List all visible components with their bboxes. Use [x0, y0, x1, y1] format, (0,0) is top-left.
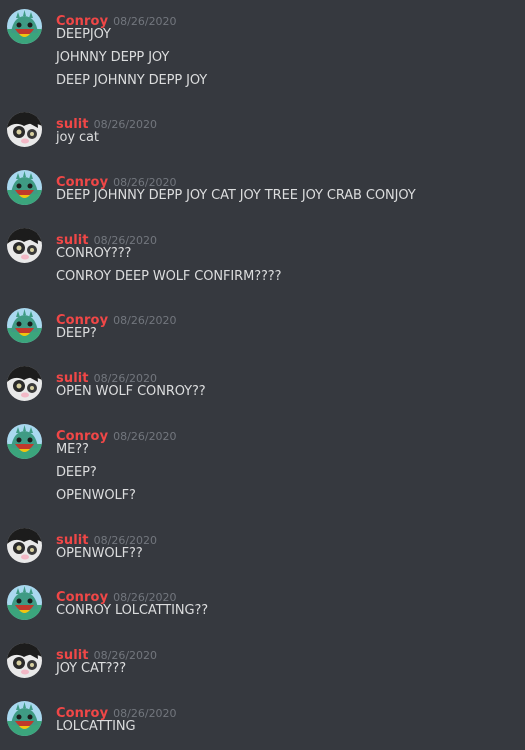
conroy-avatar-icon[interactable]: [7, 170, 42, 205]
message-text: DEEP JOHNNY DEPP JOY: [56, 73, 208, 88]
timestamp: 08/26/2020: [113, 430, 177, 443]
message-text: OPEN WOLF CONROY??: [56, 384, 206, 399]
message-header: sulit 08/26/2020: [56, 113, 158, 132]
message-group: sulit 08/26/2020 OPENWOLF??: [0, 528, 525, 569]
message-header: Conroy 08/26/2020: [56, 425, 177, 444]
message-header: sulit 08/26/2020: [56, 529, 157, 548]
message-header: sulit 08/26/2020: [56, 644, 157, 663]
message-group: sulit 08/26/2020 OPEN WOLF CONROY??: [0, 366, 525, 407]
message-group: Conroy 08/26/2020 DEEPJOY JOHNNY DEPP JOY DE…: [0, 9, 525, 96]
message-group: Conroy 08/26/2020 DEEP JOHNNY DEPP JOY CAT…: [0, 170, 525, 211]
message-text: JOHNNY DEPP JOY: [56, 50, 170, 65]
sulit-cat-avatar-icon[interactable]: [7, 228, 42, 263]
message-list: Conroy 08/26/2020 DEEPJOY JOHNNY DEPP JOY DE…: [0, 0, 525, 750]
timestamp: 08/26/2020: [113, 15, 177, 28]
sulit-cat-avatar-icon[interactable]: [7, 643, 42, 678]
message-text: DEEP?: [56, 326, 97, 341]
message-text: DEEP?: [56, 465, 97, 480]
message-header: Conroy 08/26/2020: [56, 171, 177, 190]
message-header: Conroy 08/26/2020: [56, 10, 177, 29]
message-text: DEEP JOHNNY DEPP JOY CAT JOY TREE JOY CR…: [56, 188, 416, 203]
message-group: Conroy 08/26/2020 LOLCATTING: [0, 701, 525, 742]
conroy-avatar-icon[interactable]: [7, 424, 42, 459]
timestamp: 08/26/2020: [93, 118, 158, 131]
message-header: Conroy 08/26/2020: [56, 586, 177, 605]
sulit-cat-avatar-icon[interactable]: [7, 366, 42, 401]
message-text: CONROY DEEP WOLF CONFIRM????: [56, 269, 282, 284]
message-group: Conroy 08/26/2020 ME?? DEEP? OPENWOLF?: [0, 424, 525, 511]
message-text: LOLCATTING: [56, 719, 136, 734]
message-text: OPENWOLF??: [56, 546, 143, 561]
message-group: Conroy 08/26/2020 DEEP?: [0, 308, 525, 349]
timestamp: 08/26/2020: [113, 314, 177, 327]
conroy-avatar-icon[interactable]: [7, 701, 42, 736]
conroy-avatar-icon[interactable]: [7, 585, 42, 620]
message-header: Conroy 08/26/2020: [56, 702, 177, 721]
message-group: sulit 08/26/2020 CONROY??? CONROY DEEP WOLF…: [0, 228, 525, 292]
message-text: CONROY???: [56, 246, 132, 261]
sulit-cat-avatar-icon[interactable]: [7, 112, 42, 147]
message-text: joy cat: [56, 130, 99, 145]
sulit-cat-avatar-icon[interactable]: [7, 528, 42, 563]
message-text: JOY CAT???: [56, 661, 127, 676]
message-header: sulit 08/26/2020: [56, 229, 157, 248]
message-group: sulit 08/26/2020 joy cat: [0, 112, 525, 153]
message-header: Conroy 08/26/2020: [56, 309, 177, 328]
conroy-avatar-icon[interactable]: [7, 9, 42, 44]
message-header: sulit 08/26/2020: [56, 367, 157, 386]
message-text: ME??: [56, 442, 89, 457]
message-text: OPENWOLF?: [56, 488, 136, 503]
conroy-avatar-icon[interactable]: [7, 308, 42, 343]
message-text: DEEPJOY: [56, 27, 111, 42]
message-group: sulit 08/26/2020 JOY CAT???: [0, 643, 525, 684]
message-group: Conroy 08/26/2020 CONROY LOLCATTING??: [0, 585, 525, 626]
message-text: CONROY LOLCATTING??: [56, 603, 209, 618]
